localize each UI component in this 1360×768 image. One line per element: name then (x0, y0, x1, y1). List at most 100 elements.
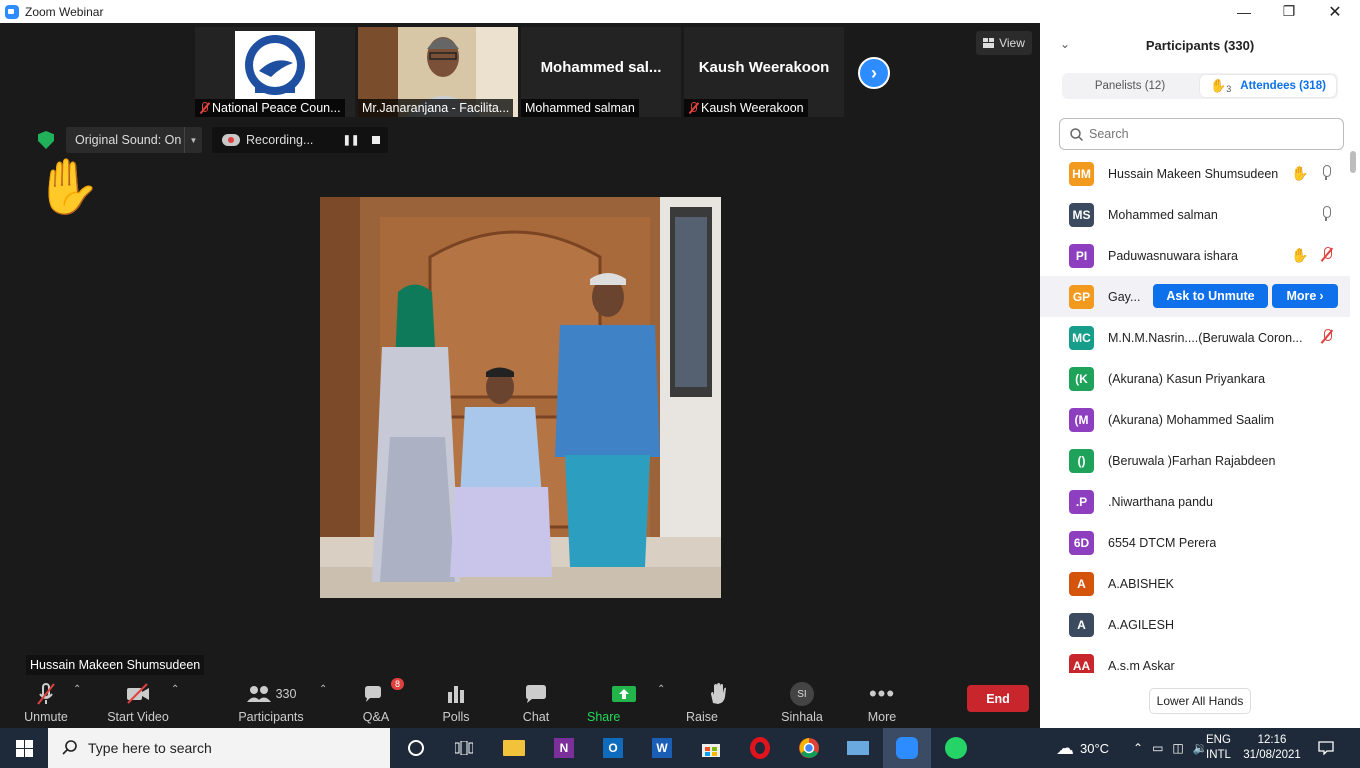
mic-icon[interactable] (1321, 206, 1331, 222)
participant-row[interactable]: PI Paduwasnuwara ishara ✋ (1040, 235, 1350, 276)
remote-desktop-icon[interactable] (834, 728, 882, 768)
participant-row[interactable]: .P .Niwarthana pandu (1040, 481, 1350, 522)
search-input[interactable] (1089, 127, 1319, 141)
search-icon (1070, 127, 1083, 141)
task-view-icon[interactable] (440, 728, 488, 768)
thumbnail-display-name: Kaush Weerakoon (698, 59, 830, 76)
minimize-button[interactable]: — (1221, 0, 1267, 23)
zoom-taskbar-icon[interactable] (883, 728, 931, 768)
pause-recording-icon[interactable]: ❚❚ (338, 135, 364, 146)
participant-row[interactable]: MS Mohammed salman (1040, 194, 1350, 235)
maximize-button[interactable]: ❐ (1266, 0, 1312, 23)
thumbnail-label: National Peace Coun... (195, 99, 345, 117)
security-shield-icon[interactable] (38, 131, 54, 149)
cortana-icon[interactable] (392, 728, 440, 768)
notifications-icon[interactable] (1318, 728, 1334, 768)
chrome-icon[interactable] (785, 728, 833, 768)
participants-button[interactable]: 330 Participants (238, 676, 304, 728)
thumbnail-mohammed-salman[interactable]: Mohammed sal... Mohammed salman (521, 27, 681, 117)
view-button[interactable]: View (976, 31, 1032, 55)
original-sound-toggle[interactable]: Original Sound: On ▼ (66, 127, 202, 153)
chevron-up-icon[interactable]: ⌃ (1133, 741, 1143, 755)
chevron-down-icon[interactable]: ▼ (184, 127, 202, 153)
start-video-button[interactable]: Start Video (107, 676, 169, 728)
next-page-arrow-icon[interactable]: › (858, 57, 890, 89)
participant-row[interactable]: AA A.s.m Askar (1040, 645, 1350, 673)
participant-row[interactable]: A A.AGILESH (1040, 604, 1350, 645)
participant-more-button[interactable]: More › (1272, 284, 1338, 308)
participant-row[interactable]: A A.ABISHEK (1040, 563, 1350, 604)
chevron-up-icon[interactable]: ⌃ (319, 684, 327, 695)
avatar: GP (1069, 284, 1094, 309)
chevron-up-icon[interactable]: ⌃ (657, 684, 665, 695)
opera-icon[interactable] (736, 728, 784, 768)
share-screen-button[interactable]: Share Screen (587, 676, 661, 742)
cloud-recording-icon (222, 134, 240, 146)
raised-hand-icon: ✋ (34, 157, 102, 217)
mic-muted-icon[interactable] (1321, 247, 1333, 263)
participant-row[interactable]: 6D 6554 DTCM Perera (1040, 522, 1350, 563)
taskbar-search-box[interactable]: Type here to search (48, 728, 390, 768)
participant-name: Mohammed salman (1108, 207, 1218, 222)
chevron-up-icon[interactable]: ⌃ (171, 684, 179, 695)
file-explorer-icon[interactable] (490, 728, 538, 768)
tab-panelists[interactable]: Panelists (12) (1062, 73, 1198, 99)
thumbnail-national-peace[interactable]: National Peace Coun... (195, 27, 355, 117)
avatar: () (1069, 448, 1094, 473)
participant-name: A.s.m Askar (1108, 658, 1175, 673)
windows-start-icon[interactable] (0, 728, 48, 768)
thumbnail-janaranjana[interactable]: Mr.Janaranjana - Facilita... (358, 27, 518, 117)
title-bar: Zoom Webinar — ❐ ✕ (0, 0, 1360, 23)
avatar: MS (1069, 202, 1094, 227)
tab-attendees[interactable]: ✋ 3 Attendees (318) (1200, 75, 1336, 97)
ask-to-unmute-button[interactable]: Ask to Unmute (1153, 284, 1268, 308)
unmute-button[interactable]: Unmute (22, 676, 70, 728)
avatar: (K (1069, 366, 1094, 391)
participant-row[interactable]: (K (Akurana) Kasun Priyankara (1040, 358, 1350, 399)
language-indicator[interactable]: ENG INTL (1206, 728, 1231, 768)
grid-view-icon (983, 38, 995, 48)
interpretation-sinhala-button[interactable]: SI Sinhala (780, 676, 824, 728)
participant-name: (Akurana) Mohammed Saalim (1108, 412, 1275, 427)
participant-row[interactable]: MC M.N.M.Nasrin....(Beruwala Coron... (1040, 317, 1350, 358)
chevron-right-icon: › (1319, 289, 1324, 303)
whatsapp-icon[interactable] (932, 728, 980, 768)
end-meeting-button[interactable]: End (967, 685, 1029, 712)
participant-row[interactable]: (M (Akurana) Mohammed Saalim (1040, 399, 1350, 440)
lower-all-hands-button[interactable]: Lower All Hands (1149, 688, 1251, 714)
word-icon[interactable]: W (638, 728, 686, 768)
share-screen-icon (612, 686, 636, 702)
store-icon[interactable] (687, 728, 735, 768)
thumbnail-display-name: Mohammed sal... (540, 59, 662, 76)
onenote-icon[interactable]: N (540, 728, 588, 768)
weather-widget[interactable]: ☁ 30°C (1056, 728, 1109, 768)
close-button[interactable]: ✕ (1312, 0, 1358, 23)
clock[interactable]: 12:16 31/08/2021 (1241, 728, 1303, 768)
participant-row[interactable]: () (Beruwala )Farhan Rajabdeen (1040, 440, 1350, 481)
more-button[interactable]: ••• More (864, 676, 900, 728)
raise-hand-button[interactable]: Raise Hand (686, 676, 750, 742)
chat-button[interactable]: Chat (518, 676, 554, 728)
polls-button[interactable]: Polls (438, 676, 474, 728)
participant-row[interactable]: HM Hussain Makeen Shumsudeen ✋ (1040, 153, 1350, 194)
participant-list-scrollbar[interactable] (1350, 151, 1356, 671)
system-tray-icons: ⌃ ▭ ◫ 🔉 (1133, 728, 1208, 768)
network-icon[interactable]: ◫ (1172, 741, 1183, 755)
qa-button[interactable]: 8 Q&A (356, 676, 405, 728)
mic-muted-icon (37, 683, 55, 705)
mic-muted-icon[interactable] (1321, 329, 1333, 345)
participant-list: HM Hussain Makeen Shumsudeen ✋ MS Mohammed s… (1040, 153, 1350, 673)
participant-name: A.AGILESH (1108, 617, 1174, 632)
thumbnail-kaush-weerakoon[interactable]: Kaush Weerakoon Kaush Weerakoon (684, 27, 844, 117)
more-dots-icon: ••• (868, 681, 896, 706)
stop-recording-icon[interactable] (364, 136, 388, 144)
outlook-icon[interactable]: O (589, 728, 637, 768)
battery-icon[interactable]: ▭ (1152, 741, 1163, 755)
windows-taskbar: Type here to search N O W ☁ 30°C ⌃ ▭ ◫ 🔉… (0, 728, 1360, 768)
mic-icon[interactable] (1321, 165, 1331, 181)
avatar: .P (1069, 489, 1094, 514)
chevron-up-icon[interactable]: ⌃ (73, 684, 81, 695)
participant-row[interactable]: GP Gay... Ask to Unmute More › (1040, 276, 1350, 317)
avatar: A (1069, 571, 1094, 596)
search-box[interactable] (1059, 118, 1344, 150)
